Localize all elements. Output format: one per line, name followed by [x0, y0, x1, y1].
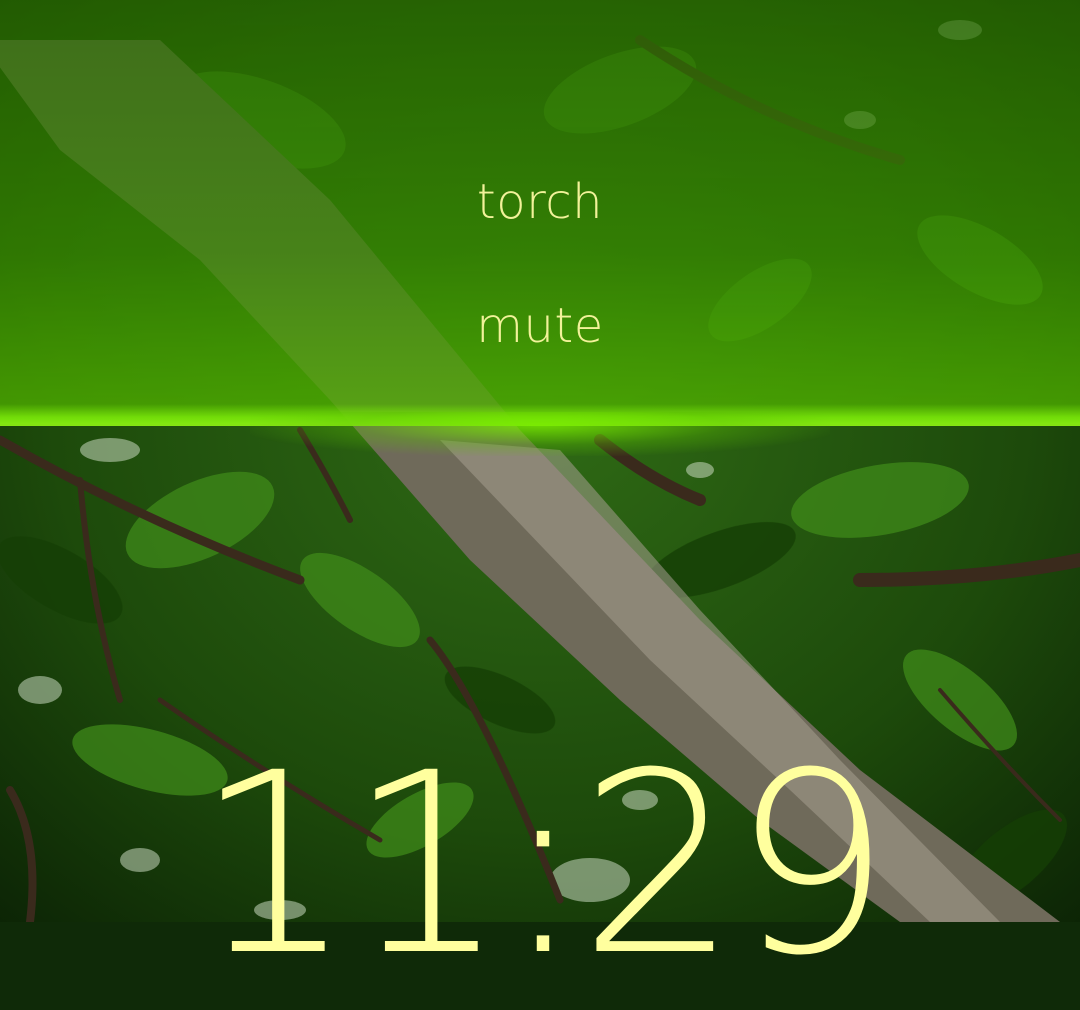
menu-item-torch[interactable]: torch [0, 172, 1080, 232]
pulley-menu-glow [250, 412, 830, 456]
menu-item-mute[interactable]: mute [0, 296, 1080, 356]
lockscreen-clock: 11:29 [194, 719, 891, 1010]
